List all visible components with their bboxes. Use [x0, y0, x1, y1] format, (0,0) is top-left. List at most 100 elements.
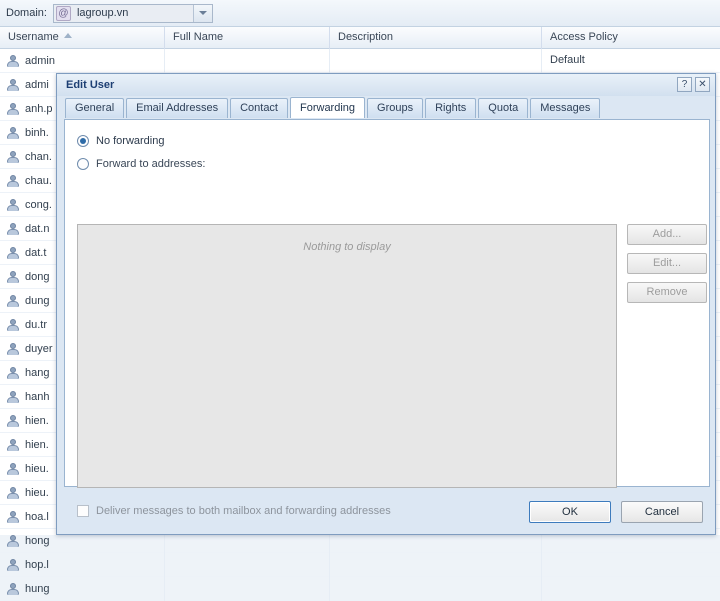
- domain-select[interactable]: @ lagroup.vn: [53, 4, 213, 23]
- user-icon: [6, 78, 20, 92]
- ok-button[interactable]: OK: [529, 501, 611, 523]
- tab-groups[interactable]: Groups: [367, 98, 423, 118]
- cell-username-label: cong.: [25, 199, 52, 211]
- radio-no-forwarding-label: No forwarding: [96, 135, 164, 147]
- user-icon: [6, 438, 20, 452]
- user-icon: [6, 558, 20, 572]
- user-icon: [6, 270, 20, 284]
- empty-list-message: Nothing to display: [78, 241, 616, 253]
- radio-forward-to-addresses-indicator[interactable]: [77, 158, 89, 170]
- list-action-buttons: Add... Edit... Remove: [627, 224, 707, 303]
- column-header-full-name-label: Full Name: [173, 31, 223, 43]
- grid-header-row: Username Full Name Description Access Po…: [0, 27, 720, 49]
- column-header-access-policy[interactable]: Access Policy: [542, 27, 720, 49]
- close-icon[interactable]: ✕: [695, 77, 710, 92]
- cell-username-label: hien.: [25, 439, 49, 451]
- user-icon: [6, 318, 20, 332]
- cell-username-label: binh.: [25, 127, 49, 139]
- cell-username-label: chau.: [25, 175, 52, 187]
- cell-username-label: dung: [25, 295, 49, 307]
- cell-username-label: hien.: [25, 415, 49, 427]
- edit-user-dialog: Edit User ? ✕ GeneralEmail AddressesCont…: [56, 73, 716, 535]
- user-icon: [6, 150, 20, 164]
- forwarding-tab-panel: No forwarding Forward to addresses: Noth…: [64, 119, 710, 487]
- cell-username-label: hung: [25, 583, 49, 595]
- dialog-titlebar[interactable]: Edit User ? ✕: [57, 74, 715, 96]
- cell-username-label: dat.t: [25, 247, 46, 259]
- cell-description: [330, 49, 542, 73]
- question-mark-icon[interactable]: ?: [677, 77, 692, 92]
- user-icon: [6, 174, 20, 188]
- at-sign-icon: @: [56, 6, 71, 21]
- column-header-full-name[interactable]: Full Name: [165, 27, 330, 49]
- user-icon: [6, 342, 20, 356]
- cell-username-label: dong: [25, 271, 49, 283]
- tab-messages[interactable]: Messages: [530, 98, 600, 118]
- user-icon: [6, 534, 20, 548]
- cell-access-policy: [542, 553, 720, 577]
- user-icon: [6, 390, 20, 404]
- radio-no-forwarding-indicator[interactable]: [77, 135, 89, 147]
- cell-username: hop.l: [0, 553, 165, 577]
- cell-access-policy: Default: [542, 49, 720, 73]
- cell-username-label: admi: [25, 79, 49, 91]
- cell-full-name: [165, 577, 330, 601]
- cancel-button[interactable]: Cancel: [621, 501, 703, 523]
- cell-username-label: dat.n: [25, 223, 49, 235]
- table-row[interactable]: hop.l: [0, 553, 720, 577]
- user-icon: [6, 414, 20, 428]
- dialog-tabstrip: GeneralEmail AddressesContactForwardingG…: [57, 96, 715, 118]
- column-header-username-label: Username: [8, 31, 59, 43]
- cell-username: admin: [0, 49, 165, 73]
- user-management-screen: Domain: @ lagroup.vn Username Full Name …: [0, 0, 720, 535]
- cell-username-label: anh.p: [25, 103, 53, 115]
- column-header-access-policy-label: Access Policy: [550, 31, 618, 43]
- user-icon: [6, 462, 20, 476]
- user-icon: [6, 222, 20, 236]
- user-icon: [6, 486, 20, 500]
- column-header-username[interactable]: Username: [0, 27, 165, 49]
- column-header-description[interactable]: Description: [330, 27, 542, 49]
- cell-username-label: hieu.: [25, 487, 49, 499]
- sort-ascending-icon: [64, 33, 72, 38]
- cell-username-label: chan.: [25, 151, 52, 163]
- cell-username-label: duyer: [25, 343, 53, 355]
- forwarding-addresses-list[interactable]: Nothing to display: [77, 224, 617, 488]
- cell-username-label: admin: [25, 55, 55, 67]
- table-row[interactable]: hung: [0, 577, 720, 601]
- column-header-description-label: Description: [338, 31, 393, 43]
- radio-no-forwarding[interactable]: No forwarding: [77, 132, 709, 150]
- cell-username-label: du.tr: [25, 319, 47, 331]
- radio-forward-to-addresses-label: Forward to addresses:: [96, 158, 205, 170]
- tab-contact[interactable]: Contact: [230, 98, 288, 118]
- chevron-down-icon[interactable]: [193, 5, 212, 22]
- cell-username-label: hop.l: [25, 559, 49, 571]
- tab-forwarding[interactable]: Forwarding: [290, 97, 365, 118]
- user-icon: [6, 294, 20, 308]
- user-icon: [6, 582, 20, 596]
- user-icon: [6, 366, 20, 380]
- cell-access-policy: [542, 577, 720, 601]
- table-row[interactable]: admin Default: [0, 49, 720, 73]
- user-icon: [6, 246, 20, 260]
- user-icon: [6, 102, 20, 116]
- add-button[interactable]: Add...: [627, 224, 707, 245]
- dialog-title: Edit User: [66, 79, 114, 91]
- radio-forward-to-addresses[interactable]: Forward to addresses:: [77, 155, 709, 173]
- user-icon: [6, 510, 20, 524]
- cell-full-name: [165, 49, 330, 73]
- user-icon: [6, 198, 20, 212]
- edit-button[interactable]: Edit...: [627, 253, 707, 274]
- cell-username-label: hong: [25, 535, 49, 547]
- tab-general[interactable]: General: [65, 98, 124, 118]
- domain-label: Domain:: [6, 7, 47, 19]
- cell-description: [330, 577, 542, 601]
- cell-username-label: hang: [25, 367, 49, 379]
- cell-username-label: hanh: [25, 391, 49, 403]
- tab-email-addresses[interactable]: Email Addresses: [126, 98, 228, 118]
- cell-username-label: hoa.l: [25, 511, 49, 523]
- remove-button[interactable]: Remove: [627, 282, 707, 303]
- tab-rights[interactable]: Rights: [425, 98, 476, 118]
- domain-toolbar: Domain: @ lagroup.vn: [0, 0, 720, 27]
- tab-quota[interactable]: Quota: [478, 98, 528, 118]
